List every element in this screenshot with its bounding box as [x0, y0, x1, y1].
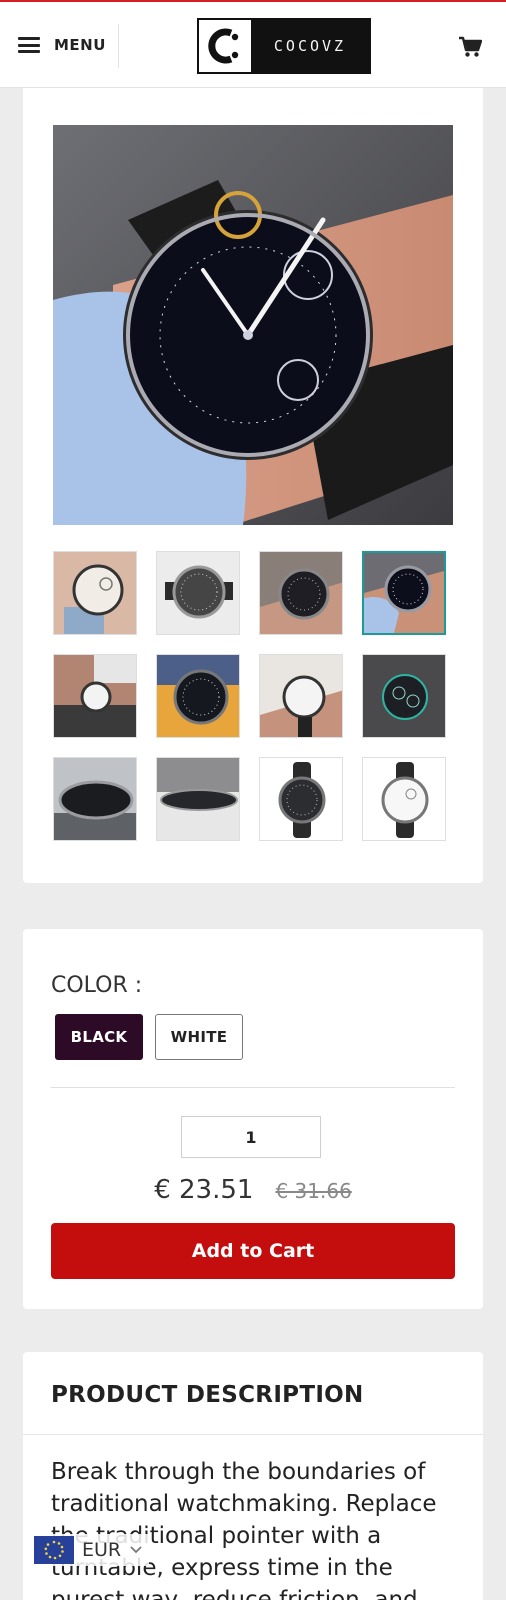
- menu-label: MENU: [54, 36, 106, 54]
- quantity-input[interactable]: [181, 1116, 321, 1158]
- currency-code: EUR: [82, 1539, 122, 1561]
- chevron-down-icon: [130, 1546, 142, 1554]
- options-divider: [51, 1087, 455, 1088]
- header-divider: [118, 24, 119, 68]
- thumbnail[interactable]: [53, 551, 137, 635]
- thumbnail[interactable]: [362, 757, 446, 841]
- color-label: COLOR :: [51, 973, 143, 998]
- hamburger-icon: [18, 37, 40, 53]
- thumbnail[interactable]: [259, 654, 343, 738]
- add-to-cart-button[interactable]: Add to Cart: [51, 1223, 455, 1279]
- color-option-white[interactable]: WHITE: [155, 1014, 243, 1060]
- sale-price: € 23.51: [154, 1175, 254, 1205]
- thumbnail[interactable]: [53, 757, 137, 841]
- logo-text: COCOVZ: [273, 37, 347, 55]
- main-product-image[interactable]: [53, 125, 453, 525]
- site-header: MENU COCOVZ: [0, 2, 506, 88]
- thumbnail-active[interactable]: [362, 551, 446, 635]
- thumbnail[interactable]: [53, 654, 137, 738]
- product-gallery-card: [23, 88, 483, 883]
- thumbnail[interactable]: [156, 757, 240, 841]
- cart-icon[interactable]: [458, 36, 483, 58]
- logo-mark-icon: [199, 20, 251, 72]
- product-options-card: COLOR : BLACK WHITE € 23.51 € 31.66 Add …: [23, 929, 483, 1309]
- thumbnail[interactable]: [259, 551, 343, 635]
- eu-flag-icon: [34, 1536, 74, 1564]
- thumbnail[interactable]: [156, 551, 240, 635]
- menu-button[interactable]: MENU: [18, 30, 106, 60]
- price-row: € 23.51 € 31.66: [23, 1175, 483, 1205]
- description-text: Break through the boundaries of traditio…: [51, 1459, 437, 1600]
- description-title: PRODUCT DESCRIPTION: [51, 1382, 364, 1408]
- thumbnail[interactable]: [259, 757, 343, 841]
- thumbnail[interactable]: [362, 654, 446, 738]
- description-divider: [23, 1434, 483, 1435]
- original-price: € 31.66: [275, 1179, 352, 1203]
- thumbnail[interactable]: [156, 654, 240, 738]
- currency-selector[interactable]: EUR: [34, 1534, 150, 1566]
- brand-logo[interactable]: COCOVZ: [197, 18, 371, 74]
- color-option-black[interactable]: BLACK: [55, 1014, 143, 1060]
